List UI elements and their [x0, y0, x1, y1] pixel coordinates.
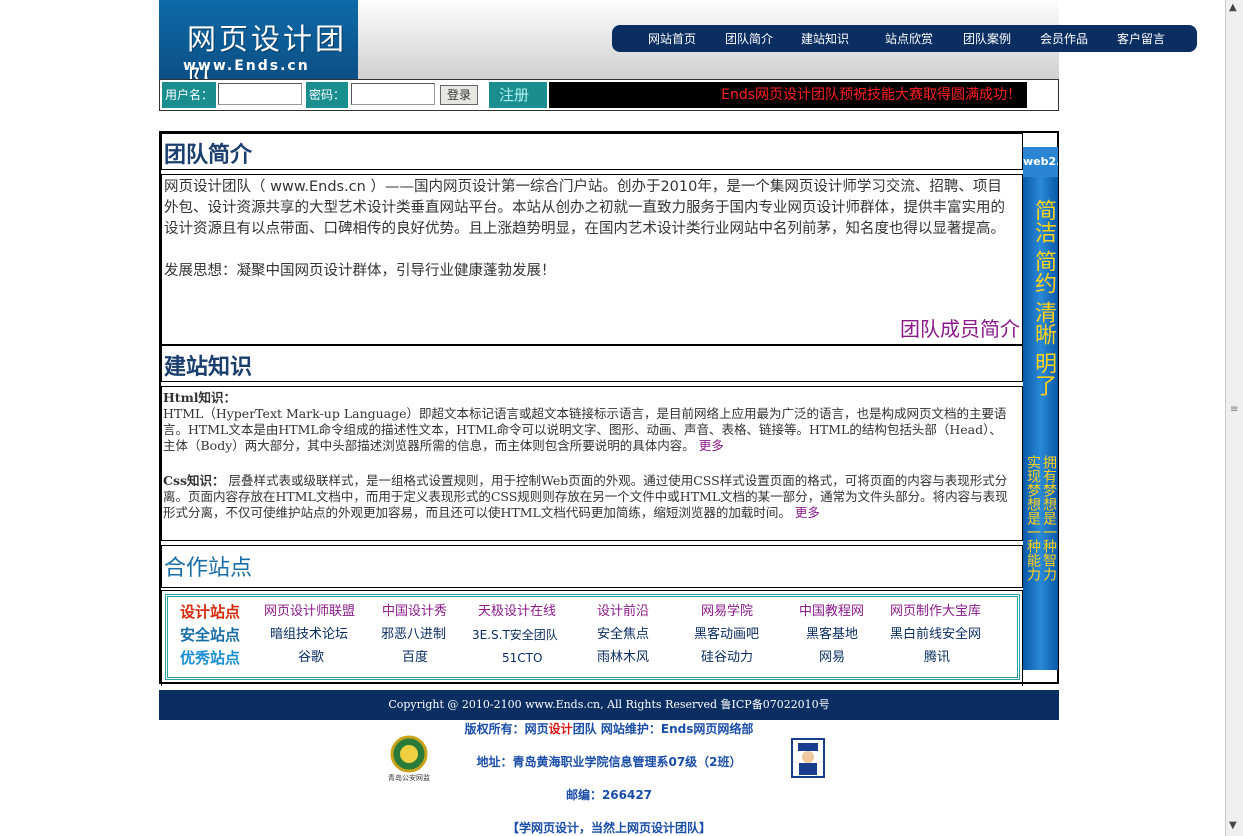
side-slogan-right: 拥有梦想是一种智力 — [1041, 455, 1057, 581]
intro-paragraph: 网页设计团队（ www.Ends.cn ）——国内网页设计第一综合门户站。创办于… — [164, 179, 1005, 237]
css-more-link[interactable]: 更多 — [795, 505, 820, 520]
owner-suffix: 团队 网站维护：Ends网页网络部 — [572, 722, 754, 736]
register-link[interactable]: 注册 — [489, 82, 547, 108]
partner-link[interactable]: 邪恶八进制 — [381, 624, 446, 646]
login-bar: 用户名： 密码： 登录 注册 Ends网页设计团队预祝技能大赛取得圆满成功！ — [159, 79, 1059, 111]
login-button[interactable]: 登录 — [440, 85, 478, 105]
partner-link[interactable]: 黑客动画吧 — [694, 624, 759, 646]
partner-link[interactable]: 网页设计师联盟 — [264, 601, 355, 623]
left-column: 团队简介 网页设计团队（ www.Ends.cn ）——国内网页设计第一综合门户… — [161, 133, 1023, 686]
partners-panel: 设计站点 网页设计师联盟 中国设计秀 天极设计在线 设计前沿 网易学院 中国教程… — [161, 590, 1023, 686]
partners-title: 合作站点 — [164, 556, 253, 581]
badge-caption: 青岛公安网监 — [388, 773, 430, 782]
knowledge-title: 建站知识 — [164, 354, 253, 380]
owner-highlight: 设计 — [548, 722, 573, 736]
username-label: 用户名： — [162, 82, 216, 108]
partner-link[interactable]: 网页制作大宝库 — [890, 601, 981, 623]
intro-idea: 发展思想：凝聚中国网页设计群体，引导行业健康蓬勃发展！ — [164, 263, 556, 279]
partner-link[interactable]: 雨林木风 — [597, 647, 649, 669]
news-marquee: Ends网页设计团队预祝技能大赛取得圆满成功！ — [549, 82, 1027, 108]
scroll-grip-icon[interactable]: ≡ — [1230, 404, 1238, 415]
nav-guestbook[interactable]: 客户留言 — [1117, 30, 1165, 47]
partner-link[interactable]: 黑客基地 — [806, 624, 858, 646]
partner-link[interactable]: 设计前沿 — [597, 601, 649, 623]
copyright-bar: Copyright @ 2010-2100 www.Ends.cn, All R… — [159, 690, 1059, 720]
partner-link[interactable]: 天极设计在线 — [478, 601, 556, 623]
partner-category: 设计站点 — [180, 603, 241, 621]
nav-team-cases[interactable]: 团队案例 — [963, 30, 1011, 47]
css-text: 层叠样式表或级联样式，是一组格式设置规则，用于控制Web页面的外观。通过使用CS… — [163, 473, 1008, 520]
site-logo[interactable]: 网页设计团队 www.Ends.cn — [159, 0, 358, 79]
intro-header: 团队简介 — [161, 133, 1023, 170]
password-input[interactable] — [351, 83, 435, 105]
knowledge-panel: Html知识： HTML（HyperText Mark-up Language）… — [161, 386, 1023, 541]
partner-category: 安全站点 — [180, 626, 241, 644]
intro-text: 网页设计团队（ www.Ends.cn ）——国内网页设计第一综合门户站。创办于… — [164, 177, 1014, 282]
partner-link[interactable]: 腾讯 — [924, 647, 950, 669]
partner-link[interactable]: 暗组技术论坛 — [270, 624, 348, 646]
partner-link[interactable]: 谷歌 — [298, 647, 324, 669]
footer-slogan: 【学网页设计，当然上网页设计团队】 — [506, 821, 711, 835]
owner-prefix: 版权所有：网页 — [464, 722, 549, 736]
police-officer-icon[interactable] — [790, 737, 826, 779]
nav-team-intro[interactable]: 团队简介 — [725, 30, 773, 47]
partners-table: 设计站点 网页设计师联盟 中国设计秀 天极设计在线 设计前沿 网易学院 中国教程… — [165, 594, 1020, 680]
side-ad-banner[interactable]: web2.0 简洁 简约 清晰 明了 实现梦想是一种能力 拥有梦想是一种智力 — [1023, 147, 1058, 670]
logo-domain: www.Ends.cn — [183, 58, 310, 74]
intro-panel: 网页设计团队（ www.Ends.cn ）——国内网页设计第一综合门户站。创办于… — [161, 174, 1023, 345]
footer-address: 地址：青岛黄海职业学院信息管理系07级（2班） — [476, 755, 742, 769]
main-nav: 网站首页 团队简介 建站知识 站点欣赏 团队案例 会员作品 客户留言 — [612, 25, 1197, 52]
username-input[interactable] — [218, 83, 302, 105]
partner-row-design: 设计站点 网页设计师联盟 中国设计秀 天极设计在线 设计前沿 网易学院 中国教程… — [168, 601, 1017, 623]
scroll-down-icon[interactable]: ▼ — [1229, 820, 1237, 831]
nav-home[interactable]: 网站首页 — [648, 30, 696, 47]
html-label: Html知识： — [163, 390, 237, 405]
html-more-link[interactable]: 更多 — [699, 438, 724, 453]
partner-link[interactable]: 51CTO — [502, 647, 542, 669]
footer-postcode: 邮编：266427 — [565, 788, 653, 802]
footer-owner: 版权所有：网页设计团队 网站维护：Ends网页网络部 — [159, 720, 1059, 737]
partner-link[interactable]: 中国设计秀 — [382, 601, 447, 623]
scroll-up-icon[interactable]: ▲ — [1229, 2, 1237, 13]
partner-link[interactable]: 黑白前线安全网 — [890, 624, 981, 646]
nav-member-works[interactable]: 会员作品 — [1040, 30, 1088, 47]
partners-header: 合作站点 — [161, 545, 1023, 588]
members-link[interactable]: 团队成员简介 — [900, 313, 1020, 342]
partner-row-security: 安全站点 暗组技术论坛 邪恶八进制 3E.S.T安全团队 安全焦点 黑客动画吧 … — [168, 624, 1017, 646]
partner-link[interactable]: 网易学院 — [701, 601, 753, 623]
css-label: Css知识： — [163, 473, 225, 488]
html-knowledge: Html知识： HTML（HyperText Mark-up Language）… — [163, 390, 1008, 454]
partner-link[interactable]: 百度 — [402, 647, 428, 669]
side-slogan-big: 简洁 简约 清晰 明了 — [1031, 199, 1056, 396]
partner-link[interactable]: 3E.S.T安全团队 — [472, 624, 558, 646]
knowledge-header: 建站知识 — [161, 345, 1023, 382]
partner-row-excellent: 优秀站点 谷歌 百度 51CTO 雨林木风 硅谷动力 网易 腾讯 — [168, 647, 1017, 669]
partner-link[interactable]: 中国教程网 — [799, 601, 864, 623]
partner-link[interactable]: 硅谷动力 — [701, 647, 753, 669]
partner-link[interactable]: 安全焦点 — [597, 624, 649, 646]
html-text: HTML（HyperText Mark-up Language）即超文本标记语言… — [163, 406, 1007, 453]
intro-title: 团队简介 — [164, 142, 253, 168]
nav-site-knowledge[interactable]: 建站知识 — [801, 30, 849, 47]
web20-logo: web2.0 — [1023, 147, 1058, 177]
partner-link[interactable]: 网易 — [819, 647, 845, 669]
vertical-scrollbar[interactable]: ▲ ≡ ▼ — [1225, 0, 1243, 836]
main-content: 团队简介 网页设计团队（ www.Ends.cn ）——国内网页设计第一综合门户… — [159, 131, 1059, 686]
side-slogan-left: 实现梦想是一种能力 — [1025, 455, 1041, 581]
nav-site-showcase[interactable]: 站点欣赏 — [885, 30, 933, 47]
partner-category: 优秀站点 — [180, 649, 241, 667]
header-banner: 网站首页 团队简介 建站知识 站点欣赏 团队案例 会员作品 客户留言 — [358, 0, 1197, 79]
css-knowledge: Css知识： 层叠样式表或级联样式，是一组格式设置规则，用于控制Web页面的外观… — [163, 473, 1008, 521]
password-label: 密码： — [306, 82, 348, 108]
